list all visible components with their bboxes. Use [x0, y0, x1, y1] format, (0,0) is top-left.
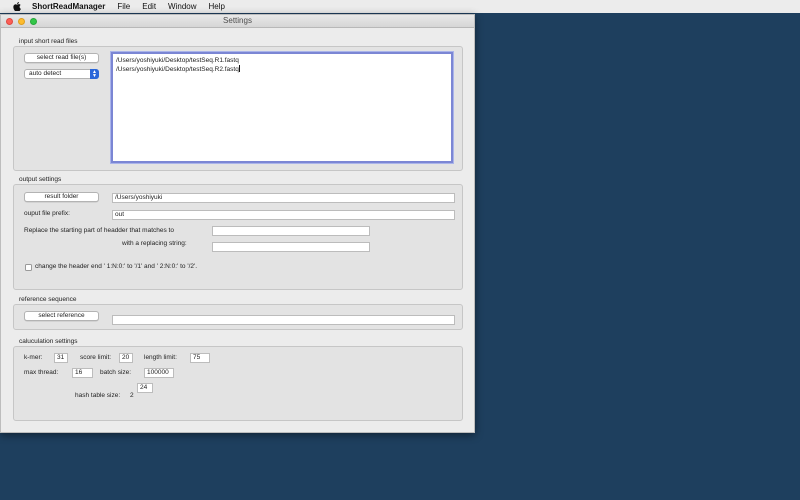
- calc-group-label: caluculation settings: [19, 338, 78, 345]
- hash-exponent-field[interactable]: 24: [137, 383, 153, 393]
- apple-icon[interactable]: [12, 2, 22, 11]
- prefix-label: ouput file prefix:: [24, 210, 70, 217]
- length-limit-label: length limit:: [144, 354, 177, 361]
- batch-size-label: batch size:: [100, 369, 132, 376]
- hash-base-label: 2: [130, 392, 134, 399]
- menu-file[interactable]: File: [117, 2, 130, 11]
- input-group: select read file(s) auto detect ▲ ▼ /User…: [13, 46, 463, 171]
- batch-size-field[interactable]: 100000: [144, 368, 174, 378]
- hash-table-size-label: hash table size:: [75, 392, 121, 399]
- output-group: result folder /Users/yoshiyuki ouput fil…: [13, 184, 463, 290]
- menu-window[interactable]: Window: [168, 2, 196, 11]
- prefix-field[interactable]: out: [112, 210, 455, 220]
- replace-label: Replace the starting part of headder tha…: [24, 227, 174, 234]
- score-limit-field[interactable]: 20: [119, 353, 133, 363]
- replacing-string-field[interactable]: [212, 242, 370, 252]
- calc-group: k-mer: 31 score limit: 20 length limit: …: [13, 346, 463, 421]
- kmer-label: k-mer:: [24, 354, 43, 361]
- format-select-value: auto detect: [29, 70, 62, 77]
- reference-group: select reference: [13, 304, 463, 330]
- file-path-line: /Users/yoshiyuki/Desktop/testSeq.R2.fast…: [116, 66, 239, 73]
- settings-window: Settings input short read files select r…: [0, 14, 475, 433]
- menu-bar: ShortReadManager File Edit Window Help: [0, 0, 800, 13]
- result-folder-button[interactable]: result folder: [24, 192, 99, 202]
- menu-help[interactable]: Help: [209, 2, 225, 11]
- text-caret: [238, 65, 240, 72]
- kmer-field[interactable]: 31: [54, 353, 68, 363]
- header-end-checkbox-label: change the header end ' 1:N:0:' to '/1' …: [35, 263, 198, 270]
- format-select[interactable]: auto detect ▲ ▼: [24, 69, 99, 79]
- menu-edit[interactable]: Edit: [142, 2, 156, 11]
- select-reference-button[interactable]: select reference: [24, 311, 99, 321]
- input-group-label: input short read files: [19, 38, 78, 45]
- file-path-line: /Users/yoshiyuki/Desktop/testSeq.R1.fast…: [116, 57, 239, 64]
- max-thread-field[interactable]: 16: [72, 368, 93, 378]
- with-replacing-label: with a replacing string:: [122, 240, 187, 247]
- result-folder-field[interactable]: /Users/yoshiyuki: [112, 193, 455, 203]
- replace-match-field[interactable]: [212, 226, 370, 236]
- window-titlebar[interactable]: Settings: [1, 15, 474, 28]
- read-files-textview[interactable]: /Users/yoshiyuki/Desktop/testSeq.R1.fast…: [111, 52, 453, 163]
- window-title: Settings: [223, 16, 252, 25]
- select-read-files-button[interactable]: select read file(s): [24, 53, 99, 63]
- reference-group-label: reference sequence: [19, 296, 77, 303]
- output-group-label: output settings: [19, 176, 62, 183]
- header-end-checkbox[interactable]: [25, 264, 32, 271]
- length-limit-field[interactable]: 75: [190, 353, 210, 363]
- menu-app-name[interactable]: ShortReadManager: [32, 2, 105, 11]
- updown-chevron-icon: ▲ ▼: [90, 69, 99, 79]
- reference-path-field[interactable]: [112, 315, 455, 325]
- score-limit-label: score limit:: [80, 354, 112, 361]
- max-thread-label: max thread:: [24, 369, 59, 376]
